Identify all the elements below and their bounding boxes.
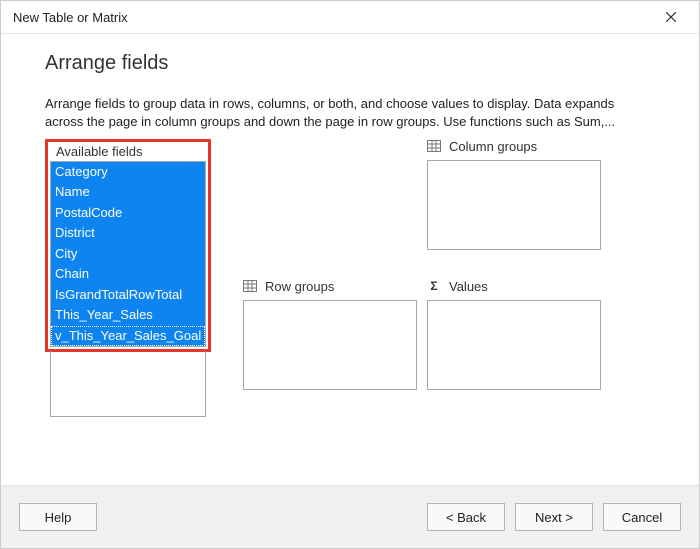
panels-area: Available fields Category Name PostalCod…	[45, 139, 659, 485]
field-item[interactable]: Chain	[51, 264, 205, 285]
help-button[interactable]: Help	[19, 503, 97, 531]
back-button[interactable]: < Back	[427, 503, 505, 531]
row-groups-dropzone[interactable]	[243, 300, 417, 390]
wizard-body: Arrange fields Arrange fields to group d…	[1, 34, 699, 485]
values-dropzone[interactable]	[427, 300, 601, 390]
row-groups-panel: Row groups	[243, 279, 419, 390]
next-button[interactable]: Next >	[515, 503, 593, 531]
field-item[interactable]: PostalCode	[51, 203, 205, 224]
page-description: Arrange fields to group data in rows, co…	[45, 95, 635, 131]
footer: Help < Back Next > Cancel	[1, 485, 699, 548]
field-item[interactable]: District	[51, 223, 205, 244]
field-item[interactable]: IsGrandTotalRowTotal	[51, 285, 205, 306]
field-item[interactable]: City	[51, 244, 205, 265]
column-groups-label: Column groups	[449, 139, 537, 154]
table-icon	[427, 140, 441, 152]
available-fields-panel: Available fields Category Name PostalCod…	[45, 139, 211, 418]
cancel-button[interactable]: Cancel	[603, 503, 681, 531]
row-groups-label: Row groups	[265, 279, 334, 294]
titlebar: New Table or Matrix	[1, 1, 699, 34]
column-groups-panel: Column groups	[427, 139, 603, 250]
available-fields-listbox[interactable]: Category Name PostalCode District City C…	[50, 161, 206, 348]
values-label: Values	[449, 279, 488, 294]
close-icon	[666, 12, 676, 22]
sigma-icon: Σ	[427, 279, 441, 293]
page-title: Arrange fields	[45, 52, 659, 75]
wizard-window: New Table or Matrix Arrange fields Arran…	[0, 0, 700, 549]
column-groups-dropzone[interactable]	[427, 160, 601, 250]
highlight-box: Available fields Category Name PostalCod…	[45, 139, 211, 353]
field-item[interactable]: Name	[51, 182, 205, 203]
window-title: New Table or Matrix	[13, 10, 651, 25]
field-item[interactable]: This_Year_Sales	[51, 305, 205, 326]
available-fields-label: Available fields	[50, 144, 206, 159]
available-fields-lower[interactable]	[50, 351, 206, 417]
close-button[interactable]	[651, 3, 691, 31]
field-item[interactable]: v_This_Year_Sales_Goal	[51, 326, 205, 347]
table-icon	[243, 280, 257, 292]
field-item[interactable]: Category	[51, 162, 205, 183]
values-panel: Σ Values	[427, 279, 603, 390]
